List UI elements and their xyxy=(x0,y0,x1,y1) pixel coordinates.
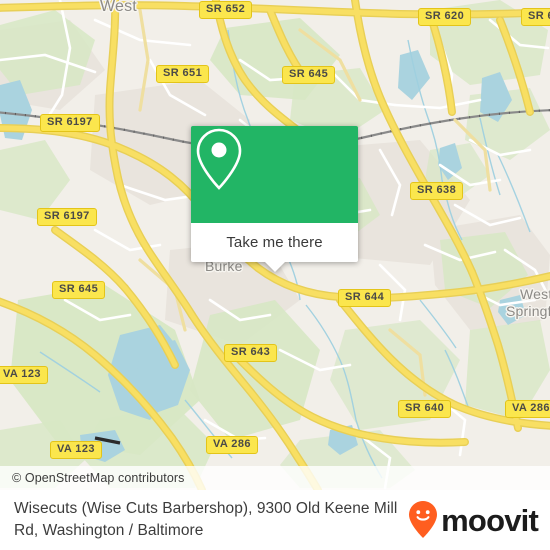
road-shield[interactable]: SR 645 xyxy=(282,66,336,84)
map-screenshot: West Burke West Springfi SR 652 SR 620 S… xyxy=(0,0,550,550)
map-attribution-bar: © OpenStreetMap contributors xyxy=(0,466,550,490)
location-popup[interactable]: Take me there xyxy=(191,126,358,272)
road-shield[interactable]: SR 6197 xyxy=(37,208,97,226)
take-me-there-label: Take me there xyxy=(226,234,323,251)
road-shield[interactable]: VA 286 xyxy=(206,436,258,454)
road-shield[interactable]: SR 643 xyxy=(224,344,278,362)
road-shield[interactable]: VA 286 xyxy=(505,400,550,418)
road-shield[interactable]: SR 651 xyxy=(156,65,210,83)
location-pin-icon xyxy=(196,128,242,190)
road-shield[interactable]: VA 123 xyxy=(50,441,102,459)
road-shield[interactable]: SR 640 xyxy=(398,400,452,418)
road-shield[interactable]: SR 652 xyxy=(199,1,253,19)
location-title: Wisecuts (Wise Cuts Barbershop), 9300 Ol… xyxy=(14,500,398,539)
take-me-there-button[interactable]: Take me there xyxy=(191,223,358,262)
footer-bar: Wisecuts (Wise Cuts Barbershop), 9300 Ol… xyxy=(0,490,550,550)
moovit-logo[interactable]: moovit xyxy=(408,500,539,540)
road-shield[interactable]: SR 638 xyxy=(410,182,464,200)
moovit-wordmark: moovit xyxy=(441,502,539,538)
road-shield[interactable]: SR 645 xyxy=(52,281,106,299)
road-shield[interactable]: SR 6 xyxy=(521,8,550,26)
map-canvas[interactable]: West Burke West Springfi SR 652 SR 620 S… xyxy=(0,0,550,490)
road-shield[interactable]: SR 644 xyxy=(338,289,392,307)
osm-attribution-text[interactable]: © OpenStreetMap contributors xyxy=(12,471,185,485)
road-shield[interactable]: SR 6197 xyxy=(40,114,100,132)
popup-pointer-tail xyxy=(263,261,286,272)
moovit-smiley-pin-icon xyxy=(409,501,438,538)
popup-image-area xyxy=(191,126,358,223)
road-shield[interactable]: VA 123 xyxy=(0,366,48,384)
road-shield[interactable]: SR 620 xyxy=(418,8,472,26)
